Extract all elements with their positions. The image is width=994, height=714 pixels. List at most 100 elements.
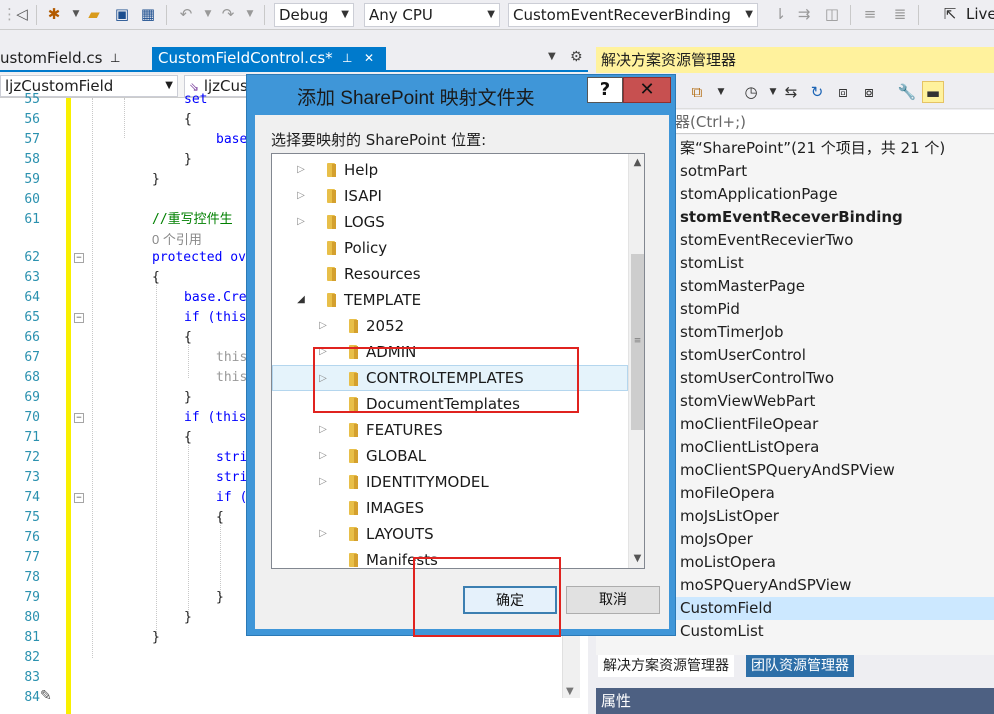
step-into-icon[interactable]: ⇂ (770, 4, 790, 24)
expand-icon[interactable]: ▷ (316, 469, 330, 495)
redo-icon[interactable]: ↷ (218, 4, 238, 24)
expand-icon[interactable]: ▷ (316, 313, 330, 339)
folder-icon (324, 267, 338, 281)
scroll-up-icon[interactable]: ▲ (629, 154, 644, 171)
collapse-icon[interactable]: − (74, 313, 84, 323)
preview-selected-icon[interactable]: ▬ (922, 81, 944, 103)
tab-overflow-dropdown-icon[interactable]: ▼ (548, 51, 556, 62)
line-number: 71 (24, 430, 40, 445)
expand-icon[interactable]: ▷ (294, 183, 308, 209)
sharepoint-folder-tree[interactable]: ▷ Help ▷ ISAPI ▷ LOGS Policy Resources ◢ TEM… (271, 153, 645, 569)
tab-customfield-cs[interactable]: ustomField.cs ⊥ (0, 47, 144, 70)
tab-team-explorer[interactable]: 团队资源管理器 (746, 655, 854, 677)
comment-icon[interactable]: ≡ (860, 4, 880, 24)
properties-wrench-icon[interactable]: 🔧 (896, 81, 918, 103)
tree-item-images[interactable]: IMAGES (272, 495, 628, 521)
undo-dropdown-icon[interactable]: ▼ (198, 4, 218, 24)
step-over-icon[interactable]: ⇉ (794, 4, 814, 24)
close-button[interactable]: ✕ (623, 77, 671, 103)
tree-item-label: stomList (680, 254, 744, 272)
expand-icon[interactable]: ▷ (294, 209, 308, 235)
tree-item-controltemplates[interactable]: ▷ CONTROLTEMPLATES (272, 365, 628, 391)
help-button[interactable]: ? (587, 77, 623, 103)
undo-icon[interactable]: ↶ (176, 4, 196, 24)
ok-button[interactable]: 确定 (463, 586, 557, 614)
show-all-files-icon[interactable]: ⧇ (858, 81, 880, 103)
solution-platform-combo[interactable]: Any CPU ▼ (364, 3, 500, 27)
expand-icon[interactable]: ▷ (294, 157, 308, 183)
tree-item-label: stomViewWebPart (680, 392, 816, 410)
open-folder-icon[interactable]: ▰ (84, 4, 104, 24)
tree-item-logs[interactable]: ▷ LOGS (272, 209, 628, 235)
tree-vertical-scrollbar[interactable]: ▲ ≡ ▼ (628, 154, 644, 568)
expand-icon[interactable]: ▷ (316, 417, 330, 443)
tree-item-label: CustomList (680, 622, 764, 640)
live-share-label[interactable]: Live (966, 5, 994, 23)
save-icon[interactable]: ▣ (112, 4, 132, 24)
tree-item-resources[interactable]: Resources (272, 261, 628, 287)
scroll-down-icon[interactable]: ▼ (629, 550, 644, 567)
tree-item-label: Policy (344, 239, 388, 257)
expand-icon[interactable]: ▷ (316, 521, 330, 547)
tree-item-label: 2052 (366, 317, 405, 335)
switch-views-dropdown-icon[interactable]: ▼ (710, 81, 732, 103)
line-number: 83 (24, 670, 40, 685)
pin-icon[interactable]: ⊥ (342, 47, 352, 70)
tree-item-policy[interactable]: Policy (272, 235, 628, 261)
expand-icon[interactable]: ▷ (316, 339, 330, 365)
tree-item-global[interactable]: ▷ GLOBAL (272, 443, 628, 469)
tree-item-documenttemplates[interactable]: DocumentTemplates (272, 391, 628, 417)
tree-item-features[interactable]: ▷ FEATURES (272, 417, 628, 443)
pin-icon[interactable]: ⊥ (110, 47, 120, 70)
collapse-icon[interactable]: − (74, 253, 84, 263)
brush-icon[interactable]: ✎ (40, 688, 52, 704)
close-icon[interactable]: ✕ (364, 47, 374, 70)
sync-icon[interactable]: ⇆ (780, 81, 802, 103)
properties-window-title: 属性 (596, 688, 994, 714)
expand-icon[interactable]: ▷ (316, 443, 330, 469)
tree-item-isapi[interactable]: ▷ ISAPI (272, 183, 628, 209)
refresh-icon[interactable]: ↻ (806, 81, 828, 103)
line-number: 61 (24, 212, 40, 227)
line-number: 69 (24, 390, 40, 405)
scroll-down-icon[interactable]: ▼ (566, 686, 574, 697)
code-line: 83 (0, 668, 560, 688)
tree-item-manifests[interactable]: Manifests (272, 547, 628, 568)
line-number: 59 (24, 172, 40, 187)
tree-item-2052[interactable]: ▷ 2052 (272, 313, 628, 339)
tab-customfieldcontrol-cs[interactable]: CustomFieldControl.cs* ⊥ ✕ (152, 47, 386, 70)
tree-item-admin[interactable]: ▷ ADMIN (272, 339, 628, 365)
code-text: { (216, 510, 224, 525)
back-icon[interactable]: ◁ (12, 4, 32, 24)
collapse-all-icon[interactable]: ⧈ (832, 81, 854, 103)
tree-item-layouts[interactable]: ▷ LAYOUTS (272, 521, 628, 547)
code-text: if (this (184, 310, 247, 325)
line-number: 60 (24, 192, 40, 207)
save-all-icon[interactable]: ▦ (138, 4, 158, 24)
cancel-button[interactable]: 取消 (566, 586, 660, 614)
tree-item-identitymodel[interactable]: ▷ IDENTITYMODEL (272, 469, 628, 495)
tab-solution-explorer[interactable]: 解决方案资源管理器 (598, 655, 734, 677)
new-item-dropdown-icon[interactable]: ▼ (66, 4, 86, 24)
new-item-icon[interactable]: ✱ (44, 4, 64, 24)
live-share-icon[interactable]: ⇱ (940, 4, 960, 24)
settings-gear-icon[interactable]: ⚙ (570, 49, 583, 65)
reference-count-lens[interactable]: 0 个引用 (152, 230, 202, 250)
code-text: protected ov (152, 250, 246, 265)
solution-configuration-combo[interactable]: Debug ▼ (274, 3, 354, 27)
uncomment-icon[interactable]: ≣ (890, 4, 910, 24)
switch-views-icon[interactable]: ⧉ (686, 81, 708, 103)
startup-item-combo[interactable]: CustomEventReceverBinding ▼ (508, 3, 758, 27)
collapse-arrow-icon[interactable]: ◢ (294, 287, 308, 313)
pending-changes-icon[interactable]: ◷ (740, 81, 762, 103)
collapse-icon[interactable]: − (74, 493, 84, 503)
folder-icon (346, 449, 360, 463)
redo-dropdown-icon[interactable]: ▼ (240, 4, 260, 24)
collapse-icon[interactable]: − (74, 413, 84, 423)
line-number: 72 (24, 450, 40, 465)
breakpoint-icon[interactable]: ◫ (822, 4, 842, 24)
expand-icon[interactable]: ▷ (316, 366, 330, 392)
tree-item-template[interactable]: ◢ TEMPLATE (272, 287, 628, 313)
tree-item-help[interactable]: ▷ Help (272, 157, 628, 183)
line-number: 64 (24, 290, 40, 305)
